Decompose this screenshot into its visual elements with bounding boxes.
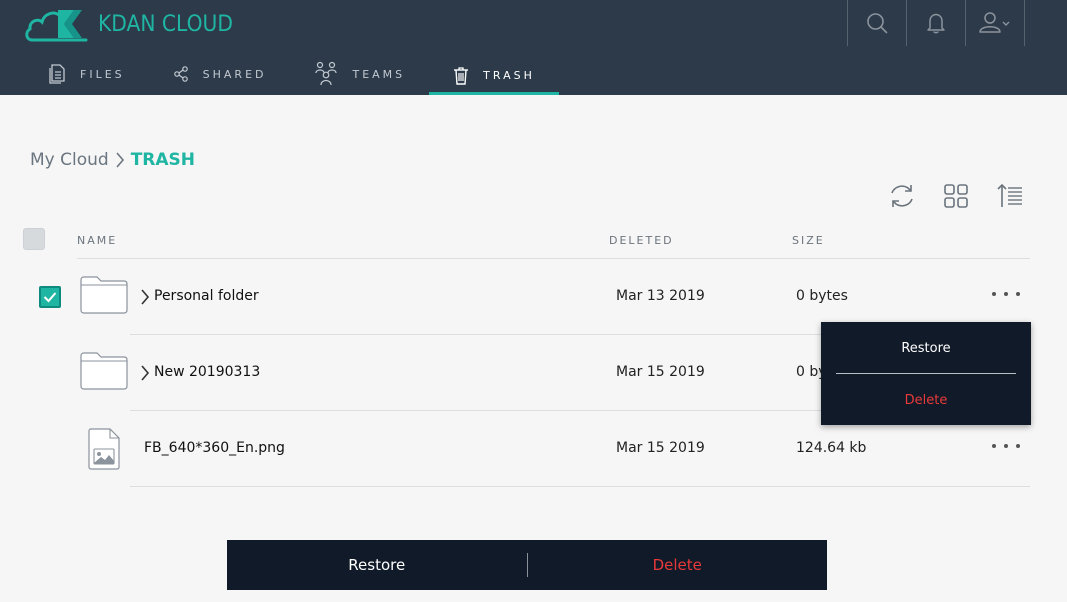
- more-dot: [1016, 292, 1020, 296]
- tab-files-label: FILES: [80, 67, 125, 81]
- column-header-deleted[interactable]: DELETED: [609, 234, 674, 247]
- search-icon: [867, 13, 888, 34]
- document-icon: [49, 64, 65, 84]
- row-checkbox[interactable]: [39, 286, 61, 308]
- bell-icon: [927, 13, 945, 34]
- refresh-button[interactable]: [885, 180, 919, 212]
- column-header-size[interactable]: SIZE: [792, 234, 825, 247]
- grid-view-button[interactable]: [939, 180, 973, 212]
- user-menu-button[interactable]: [965, 0, 1025, 46]
- grid-view-icon: [944, 184, 968, 208]
- deleted-date: Mar 13 2019: [616, 288, 705, 304]
- more-dot: [992, 444, 996, 448]
- tab-shared[interactable]: SHARED: [149, 56, 291, 92]
- more-options-button[interactable]: [990, 436, 1022, 456]
- notifications-button[interactable]: [906, 0, 965, 46]
- tab-teams-label: TEAMS: [352, 67, 406, 81]
- select-all-checkbox[interactable]: [23, 228, 45, 250]
- file-name[interactable]: New 20190313: [154, 364, 260, 380]
- tab-teams[interactable]: TEAMS: [290, 56, 429, 92]
- refresh-icon: [891, 185, 913, 207]
- breadcrumb-current: TRASH: [130, 150, 196, 170]
- main-tabs: FILES SHARED TEAMS TRASH: [24, 56, 559, 95]
- more-dot: [1016, 444, 1020, 448]
- more-dot: [1004, 292, 1008, 296]
- row-divider: [130, 486, 1030, 487]
- user-icon: [979, 12, 1010, 33]
- file-name[interactable]: Personal folder: [154, 288, 259, 304]
- folder-icon: [80, 352, 128, 390]
- context-restore-item[interactable]: Restore: [821, 341, 1031, 356]
- cloud-logo-icon: [25, 10, 88, 42]
- deleted-date: Mar 15 2019: [616, 440, 705, 456]
- search-button[interactable]: [847, 0, 906, 46]
- context-delete-item[interactable]: Delete: [821, 393, 1031, 408]
- more-dot: [1004, 444, 1008, 448]
- trash-icon: [454, 66, 469, 85]
- share-icon: [173, 66, 188, 82]
- context-menu: Restore Delete: [821, 322, 1031, 425]
- logo-text: KDAN CLOUD: [98, 11, 233, 37]
- tab-trash[interactable]: TRASH: [429, 56, 559, 95]
- restore-button[interactable]: Restore: [227, 556, 527, 574]
- delete-button[interactable]: Delete: [528, 556, 828, 574]
- bulk-action-bar: Restore Delete: [227, 540, 827, 590]
- sort-button[interactable]: [993, 180, 1027, 212]
- context-menu-divider: [836, 373, 1016, 374]
- file-size: 124.64 kb: [796, 440, 867, 456]
- tab-files[interactable]: FILES: [24, 56, 149, 92]
- tab-trash-label: TRASH: [483, 69, 535, 82]
- folder-icon: [80, 276, 128, 314]
- view-toolbar: [885, 180, 1027, 212]
- breadcrumb: My Cloud TRASH: [30, 150, 195, 170]
- header-actions: [847, 0, 1025, 46]
- breadcrumb-root[interactable]: My Cloud: [30, 150, 109, 170]
- file-name[interactable]: FB_640*360_En.png: [144, 440, 285, 456]
- image-file-icon: [88, 428, 120, 470]
- chevron-right-icon: [115, 151, 125, 169]
- more-dot: [992, 292, 996, 296]
- more-options-button[interactable]: [990, 284, 1022, 304]
- checkmark-icon: [43, 292, 57, 303]
- column-header-name[interactable]: NAME: [77, 234, 117, 247]
- file-size: 0 bytes: [796, 288, 848, 304]
- chevron-right-icon[interactable]: [140, 288, 150, 306]
- tab-shared-label: SHARED: [202, 67, 267, 81]
- deleted-date: Mar 15 2019: [616, 364, 705, 380]
- kdan-cloud-logo[interactable]: KDAN CLOUD: [24, 4, 245, 44]
- chevron-right-icon[interactable]: [140, 364, 150, 382]
- sort-icon: [997, 183, 1022, 207]
- top-header: KDAN CLOUD FILES SHARED TEAMS TRASH: [0, 0, 1067, 95]
- team-icon: [315, 61, 338, 86]
